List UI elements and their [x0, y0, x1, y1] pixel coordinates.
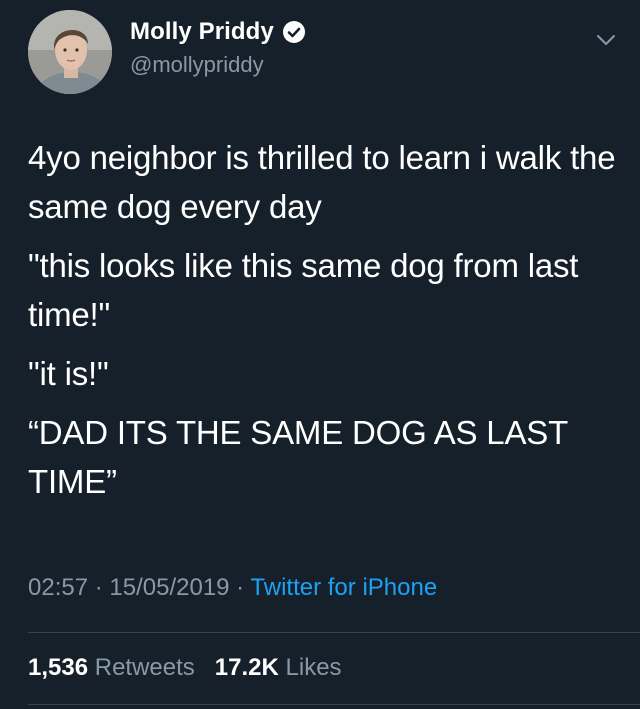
- chevron-down-icon[interactable]: [594, 28, 618, 52]
- tweet-header: Molly Priddy @mollypriddy: [28, 10, 628, 94]
- tweet-paragraph: "this looks like this same dog from last…: [28, 247, 588, 333]
- likes-label: Likes: [285, 654, 342, 681]
- display-name-row: Molly Priddy: [130, 16, 306, 48]
- display-name[interactable]: Molly Priddy: [130, 18, 274, 46]
- divider: [28, 704, 640, 705]
- likes-count: 17.2K: [214, 654, 279, 681]
- tweet-date[interactable]: 15/05/2019: [109, 574, 229, 601]
- tweet-paragraph: 4yo neighbor is thrilled to learn i walk…: [28, 139, 625, 225]
- retweets-label: Retweets: [94, 654, 195, 681]
- tweet-stats: 1,536 Retweets 17.2K Likes: [28, 654, 342, 682]
- avatar[interactable]: [28, 10, 112, 94]
- verified-badge-icon: [282, 20, 306, 44]
- tweet-text: 4yo neighbor is thrilled to learn i walk…: [28, 133, 628, 516]
- divider: [28, 632, 640, 633]
- tweet-paragraph: "it is!": [28, 355, 109, 392]
- likes-stat[interactable]: 17.2K Likes: [215, 654, 342, 681]
- meta-separator: ·: [229, 574, 251, 601]
- meta-separator: ·: [88, 574, 110, 601]
- author-names: Molly Priddy @mollypriddy: [130, 16, 306, 78]
- tweet-time[interactable]: 02:57: [28, 574, 88, 601]
- tweet-meta: 02:57 · 15/05/2019 · Twitter for iPhone: [28, 574, 437, 602]
- user-handle[interactable]: @mollypriddy: [130, 52, 306, 78]
- retweets-count: 1,536: [28, 654, 89, 681]
- tweet: Molly Priddy @mollypriddy 4yo neighbor i…: [0, 0, 640, 709]
- tweet-paragraph: “DAD ITS THE SAME DOG AS LAST TIME”: [28, 414, 576, 500]
- retweets-stat[interactable]: 1,536 Retweets: [28, 654, 201, 681]
- tweet-source-link[interactable]: Twitter for iPhone: [250, 574, 437, 601]
